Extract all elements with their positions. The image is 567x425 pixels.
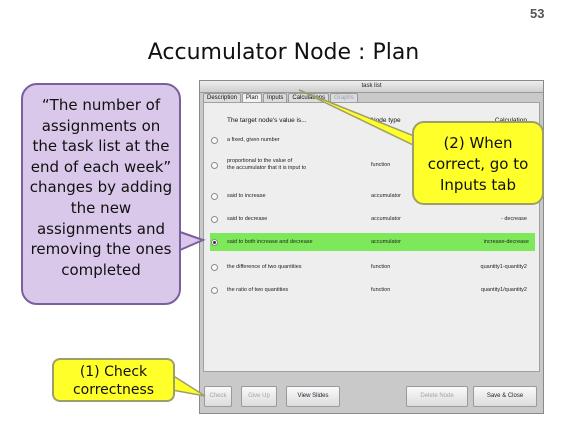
inputs-tab-callout: (2) When correct, go to Inputs tab (412, 121, 544, 205)
purple-callout-pointer (179, 230, 206, 252)
check-callout-pointer (171, 373, 206, 397)
description-callout: “The number of assignments on the task l… (21, 83, 181, 305)
check-correctness-callout: (1) Check correctness (52, 358, 175, 402)
